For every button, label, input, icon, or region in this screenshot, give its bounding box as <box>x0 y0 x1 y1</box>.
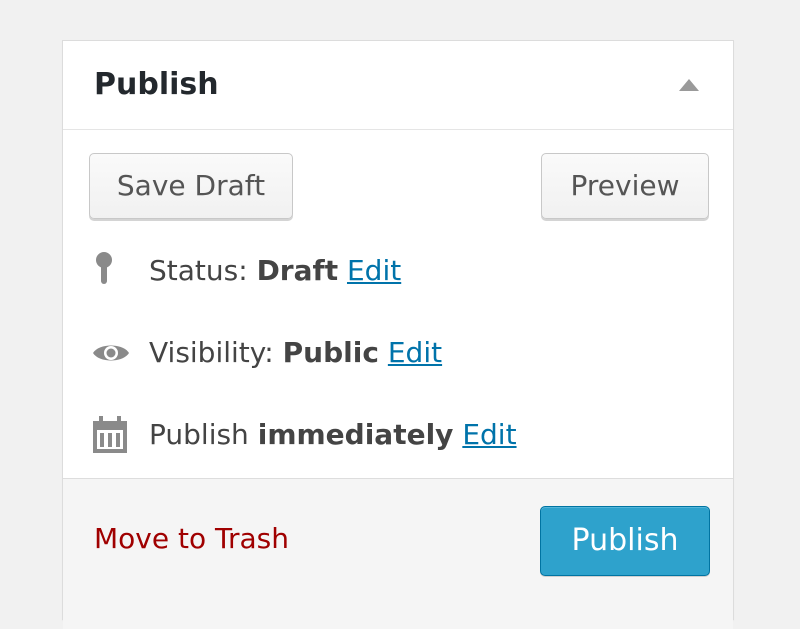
metabox-title: Publish <box>94 67 219 102</box>
collapse-toggle-button[interactable] <box>667 71 707 101</box>
publish-button[interactable]: Publish <box>540 506 710 576</box>
pin-icon <box>91 249 131 293</box>
visibility-value: Public <box>282 336 379 369</box>
move-to-trash-link[interactable]: Move to Trash <box>94 521 289 557</box>
visibility-text: Visibility: Public Edit <box>149 335 442 371</box>
eye-icon <box>91 331 131 375</box>
edit-visibility-link[interactable]: Edit <box>388 336 442 369</box>
visibility-row: Visibility: Public Edit <box>91 331 711 375</box>
publish-metabox: Publish Save Draft Preview Status: Draft… <box>62 40 734 629</box>
status-text: Status: Draft Edit <box>149 253 401 289</box>
schedule-text: Publish immediately Edit <box>149 417 517 453</box>
schedule-value: immediately <box>257 418 454 451</box>
schedule-label: Publish <box>149 418 249 451</box>
edit-status-link[interactable]: Edit <box>347 254 401 287</box>
status-value: Draft <box>256 254 339 287</box>
save-draft-button[interactable]: Save Draft <box>89 153 293 219</box>
schedule-row: Publish immediately Edit <box>91 413 711 457</box>
collapse-arrow-up-icon <box>679 79 699 91</box>
edit-schedule-link[interactable]: Edit <box>462 418 516 451</box>
calendar-icon <box>91 413 131 457</box>
preview-button[interactable]: Preview <box>541 153 709 219</box>
major-publishing-actions: Move to Trash Publish <box>63 478 733 629</box>
visibility-label: Visibility: <box>149 336 274 369</box>
metabox-header: Publish <box>63 41 733 130</box>
status-row: Status: Draft Edit <box>91 249 711 293</box>
status-label: Status: <box>149 254 248 287</box>
